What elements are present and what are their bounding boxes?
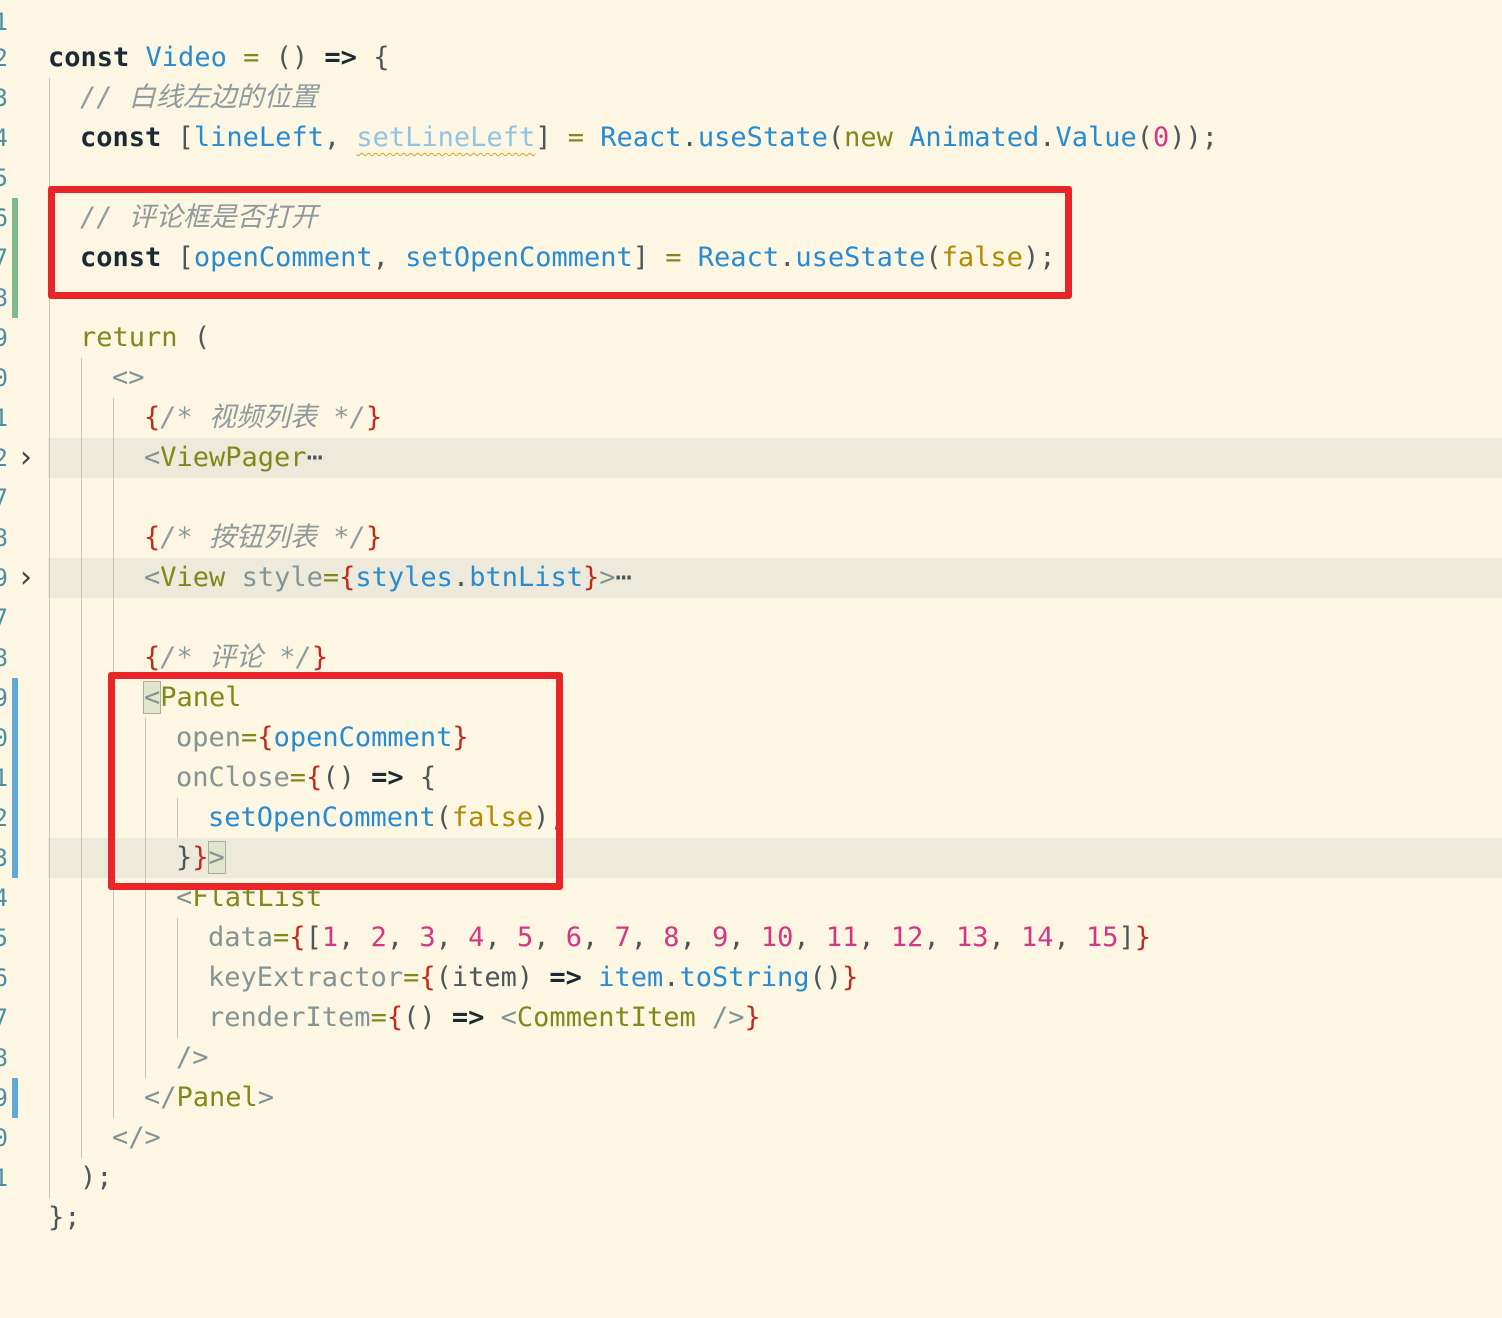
code-line: keyExtractor={(item) => item.toString()} (208, 962, 859, 993)
code-line: </> (112, 1122, 161, 1153)
code-line: const Video = () => { (48, 42, 390, 73)
folded-ellipsis-icon: ⋯ (615, 562, 632, 593)
code-line: renderItem={() => <CommentItem />} (208, 1002, 761, 1033)
code-line: /> (176, 1042, 209, 1073)
code-editor[interactable]: 1 2 3 4 5 6 7 8 9 0 1 2 7 8 9 7 8 9 0 1 … (0, 0, 1502, 1233)
code-line: data={[1, 2, 3, 4, 5, 6, 7, 8, 9, 10, 11… (208, 922, 1152, 953)
annotation-box (108, 672, 563, 890)
code-line: ); (80, 1162, 113, 1193)
code-line-folded[interactable]: <ViewPager⋯ (0, 438, 1502, 478)
line-number: 1 (0, 8, 8, 36)
code-line: </Panel> (144, 1082, 275, 1113)
folded-ellipsis-icon: ⋯ (306, 442, 323, 473)
code-line: const [lineLeft, setLineLeft] = React.us… (80, 122, 1219, 153)
code-line: return ( (80, 322, 211, 353)
code-comment: // 白线左边的位置 (80, 82, 318, 113)
annotation-box (48, 186, 1072, 299)
code-comment: {/* 视频列表 */} (144, 402, 383, 433)
code-comment: {/* 按钮列表 */} (144, 522, 383, 553)
code-line: }; (48, 1202, 81, 1233)
code-line: <> (112, 362, 145, 393)
unused-variable-warning[interactable]: setLineLeft (356, 122, 535, 153)
code-line-folded[interactable]: <View style={styles.btnList}>⋯ (0, 558, 1502, 598)
